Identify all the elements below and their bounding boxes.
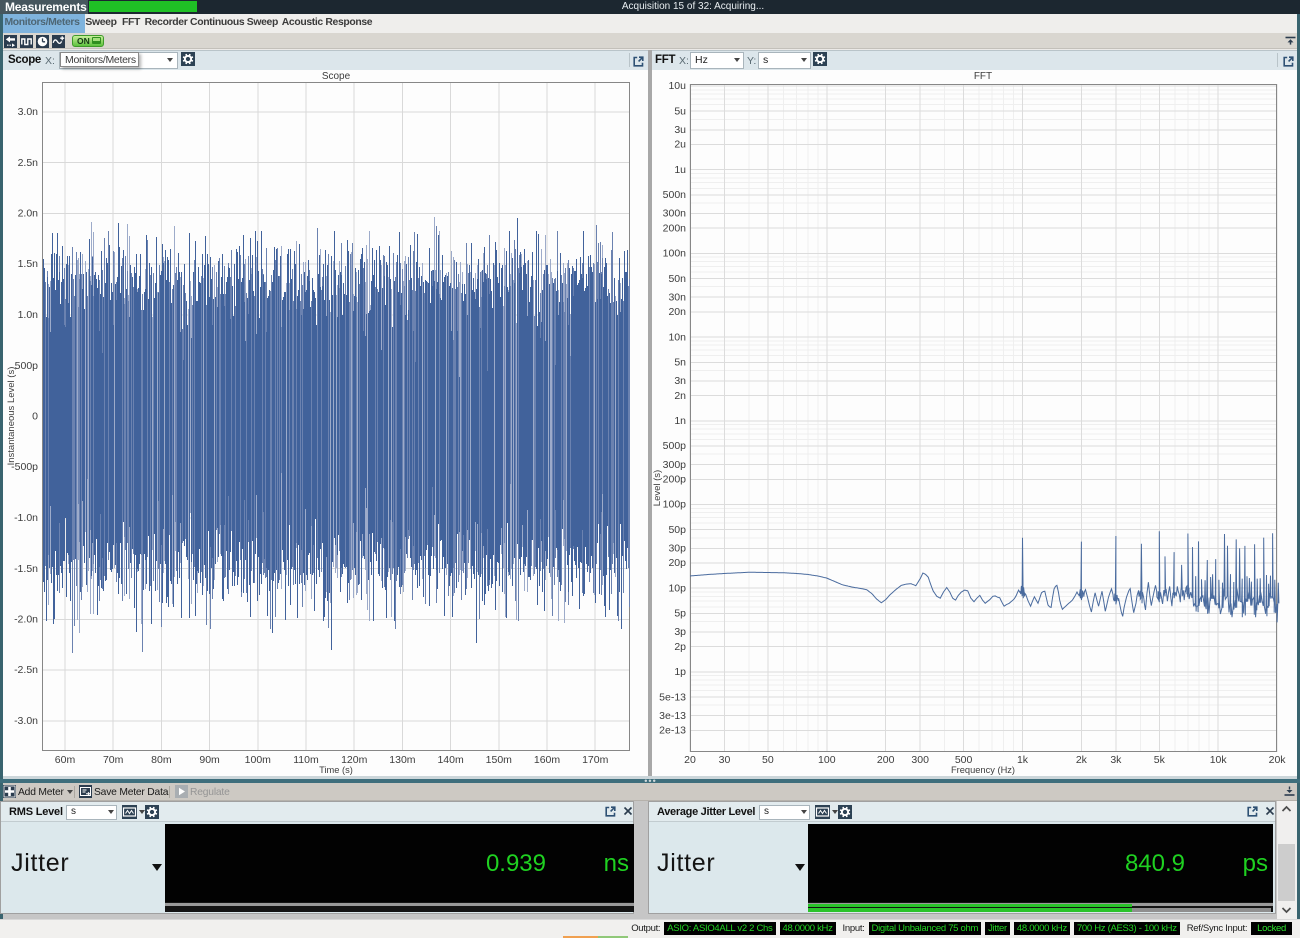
svg-text:20: 20 [684,754,696,766]
svg-text:3n: 3n [674,375,686,387]
svg-text:1n: 1n [674,415,686,427]
svg-text:2k: 2k [1076,754,1088,766]
svg-text:300: 300 [911,754,929,766]
svg-text:-3.0n: -3.0n [14,715,38,727]
svg-text:70m: 70m [103,754,124,766]
svg-text:1u: 1u [674,164,686,176]
svg-text:1k: 1k [1017,754,1029,766]
svg-text:200n: 200n [663,222,687,234]
svg-text:10n: 10n [668,331,686,343]
svg-text:-2.5n: -2.5n [14,664,38,676]
svg-text:100p: 100p [663,499,687,511]
svg-text:2.5n: 2.5n [18,157,39,169]
svg-text:5e-13: 5e-13 [659,691,686,703]
svg-text:170m: 170m [582,754,609,766]
svg-text:150m: 150m [486,754,513,766]
svg-text:3k: 3k [1110,754,1122,766]
svg-text:Level (s): Level (s) [652,470,663,506]
svg-text:Instantaneous Level (s): Instantaneous Level (s) [6,367,17,466]
svg-text:100: 100 [818,754,836,766]
svg-text:2p: 2p [674,641,686,653]
svg-text:1p: 1p [674,666,686,678]
svg-text:100m: 100m [245,754,272,766]
svg-text:2e-13: 2e-13 [659,725,686,737]
svg-text:50p: 50p [668,524,686,536]
svg-text:1.0n: 1.0n [18,309,39,321]
svg-text:2n: 2n [674,390,686,402]
svg-text:3.0n: 3.0n [18,106,39,118]
svg-text:-2.0n: -2.0n [14,614,38,626]
svg-text:Scope: Scope [322,71,351,82]
svg-text:0: 0 [32,411,38,423]
svg-text:500p: 500p [15,360,39,372]
svg-text:5p: 5p [674,608,686,620]
svg-text:10u: 10u [668,80,686,92]
svg-text:300p: 300p [663,459,687,471]
svg-text:500n: 500n [663,189,687,201]
svg-text:30p: 30p [668,543,686,555]
svg-text:5k: 5k [1154,754,1166,766]
svg-text:500p: 500p [663,440,687,452]
svg-text:5n: 5n [674,357,686,369]
svg-text:50n: 50n [668,273,686,285]
svg-text:100n: 100n [663,248,687,260]
svg-text:Frequency (Hz): Frequency (Hz) [951,765,1015,775]
svg-text:30: 30 [719,754,731,766]
svg-text:50: 50 [762,754,774,766]
svg-text:110m: 110m [293,754,319,766]
svg-text:300n: 300n [663,208,687,220]
svg-text:90m: 90m [199,754,220,766]
svg-text:60m: 60m [55,754,76,766]
svg-text:160m: 160m [534,754,561,766]
svg-text:5u: 5u [674,105,686,117]
svg-text:140m: 140m [437,754,464,766]
svg-text:30n: 30n [668,291,686,303]
svg-text:2.0n: 2.0n [18,208,39,220]
svg-text:200p: 200p [663,474,687,486]
svg-text:10k: 10k [1210,754,1228,766]
svg-text:130m: 130m [389,754,416,766]
svg-text:3p: 3p [674,626,686,638]
svg-text:Time (s): Time (s) [319,765,353,775]
svg-text:FFT: FFT [974,71,992,82]
svg-text:20k: 20k [1269,754,1287,766]
svg-text:3u: 3u [674,124,686,136]
svg-text:2u: 2u [674,139,686,151]
svg-text:-1.0n: -1.0n [14,512,38,524]
svg-text:20p: 20p [668,557,686,569]
svg-text:20n: 20n [668,306,686,318]
svg-text:1.5n: 1.5n [18,258,39,270]
svg-text:80m: 80m [151,754,172,766]
svg-text:200: 200 [877,754,895,766]
svg-text:10p: 10p [668,582,686,594]
svg-text:3e-13: 3e-13 [659,710,686,722]
svg-text:-1.5n: -1.5n [14,563,38,575]
